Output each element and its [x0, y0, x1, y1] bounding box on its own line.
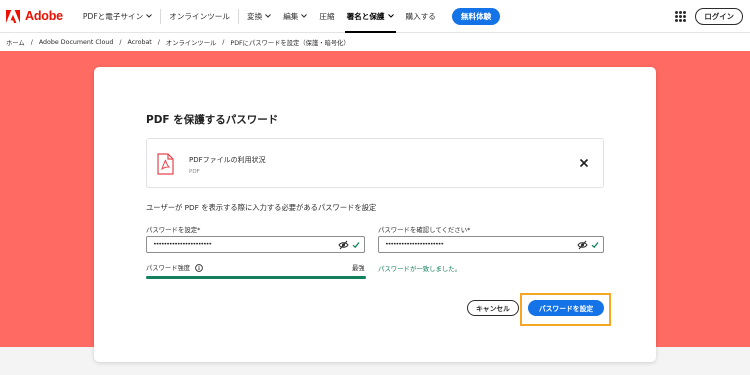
free-trial-button[interactable]: 無料体験: [451, 7, 501, 25]
nav-item-label: 変換: [247, 11, 263, 21]
nav-item-label: 圧縮: [319, 11, 335, 21]
breadcrumb-item-acrobat[interactable]: Acrobat: [127, 39, 151, 46]
nav-divider: [160, 8, 162, 24]
selected-file-card: PDFファイルの利用状況 PDF: [146, 138, 604, 188]
nav-item-online-tools[interactable]: オンラインツール: [163, 0, 236, 33]
password-input[interactable]: ••••••••••••••••••••••: [146, 236, 365, 253]
password-strength-label: パスワード強度: [146, 263, 203, 272]
nav-item-compress[interactable]: 圧縮: [313, 0, 340, 33]
breadcrumb-separator: /: [222, 39, 225, 46]
password-strength-meter: [146, 276, 366, 279]
app-grid-icon[interactable]: [675, 11, 687, 22]
nav-item-label: オンラインツール: [169, 11, 230, 21]
password-strength-value: 最強: [352, 265, 365, 272]
chevron-down-icon: [301, 14, 308, 18]
nav-divider: [238, 8, 239, 24]
password-masked-value: ••••••••••••••••••••••: [153, 240, 212, 248]
protect-pdf-dialog: PDF を保護するパスワード PDFファイルの利用状況 PDF ユーザーが PD…: [94, 67, 656, 362]
brand-name: Adobe: [25, 9, 63, 23]
check-icon: [591, 242, 599, 249]
breadcrumb-separator: /: [157, 39, 160, 46]
eye-slash-icon[interactable]: [577, 240, 588, 250]
close-icon[interactable]: [579, 158, 589, 168]
file-name: PDFファイルの利用状況: [189, 156, 266, 164]
breadcrumb-item-home[interactable]: ホーム: [6, 38, 25, 47]
nav-item-pdf-esign[interactable]: PDFと電子サイン: [77, 0, 158, 33]
cancel-button[interactable]: キャンセル: [467, 300, 519, 316]
strength-label-text: パスワード強度: [146, 265, 191, 272]
breadcrumb-item-document-cloud[interactable]: Adobe Document Cloud: [39, 39, 114, 46]
nav-item-sign-protect[interactable]: 署名と保護: [341, 0, 400, 33]
nav-right: ログイン: [675, 0, 743, 33]
nav-item-label: 署名と保護: [346, 11, 385, 21]
dialog-title: PDF を保護するパスワード: [146, 114, 279, 126]
pdf-file-icon: [157, 153, 174, 175]
chevron-down-icon: [387, 14, 394, 18]
breadcrumb-item-online-tools[interactable]: オンラインツール: [166, 38, 216, 47]
password-instruction: ユーザーが PDF を表示する際に入力する必要があるパスワードを設定: [146, 203, 377, 212]
set-password-button[interactable]: パスワードを設定: [528, 300, 604, 316]
nav-item-convert[interactable]: 変換: [241, 0, 277, 33]
password-match-message: パスワードが一致しました。: [378, 265, 462, 273]
breadcrumb-separator: /: [119, 39, 122, 46]
top-navigation: Adobe PDFと電子サイン オンラインツール 変換 編集 圧縮 署名と保護 …: [0, 0, 750, 33]
chevron-down-icon: [146, 14, 153, 18]
breadcrumb-separator: /: [30, 39, 33, 46]
login-button[interactable]: ログイン: [695, 8, 743, 25]
chevron-down-icon: [265, 14, 272, 18]
nav-item-edit[interactable]: 編集: [277, 0, 313, 33]
nav-item-label: 購入する: [405, 11, 436, 21]
check-icon: [352, 242, 360, 249]
nav-item-label: 編集: [283, 11, 299, 21]
breadcrumb-item-current: PDFにパスワードを設定（保護・暗号化）: [230, 40, 350, 47]
adobe-logo-icon: [6, 9, 20, 23]
nav-menu: PDFと電子サイン オンラインツール 変換 編集 圧縮 署名と保護 購入する 無…: [77, 0, 501, 33]
eye-slash-icon[interactable]: [338, 240, 349, 250]
breadcrumb: ホーム / Adobe Document Cloud / Acrobat / オ…: [6, 34, 350, 51]
file-type: PDF: [189, 169, 200, 175]
info-icon[interactable]: [195, 263, 203, 272]
nav-item-buy[interactable]: 購入する: [400, 0, 442, 33]
confirm-password-label: パスワードを確認してください*: [378, 226, 471, 234]
password-label: パスワードを設定*: [146, 226, 201, 234]
adobe-logo[interactable]: Adobe: [6, 9, 63, 23]
confirm-password-input[interactable]: ••••••••••••••••••••••: [378, 236, 604, 253]
confirm-password-masked-value: ••••••••••••••••••••••: [385, 240, 444, 248]
nav-item-label: PDFと電子サイン: [82, 11, 144, 21]
password-strength-fill: [146, 276, 366, 279]
